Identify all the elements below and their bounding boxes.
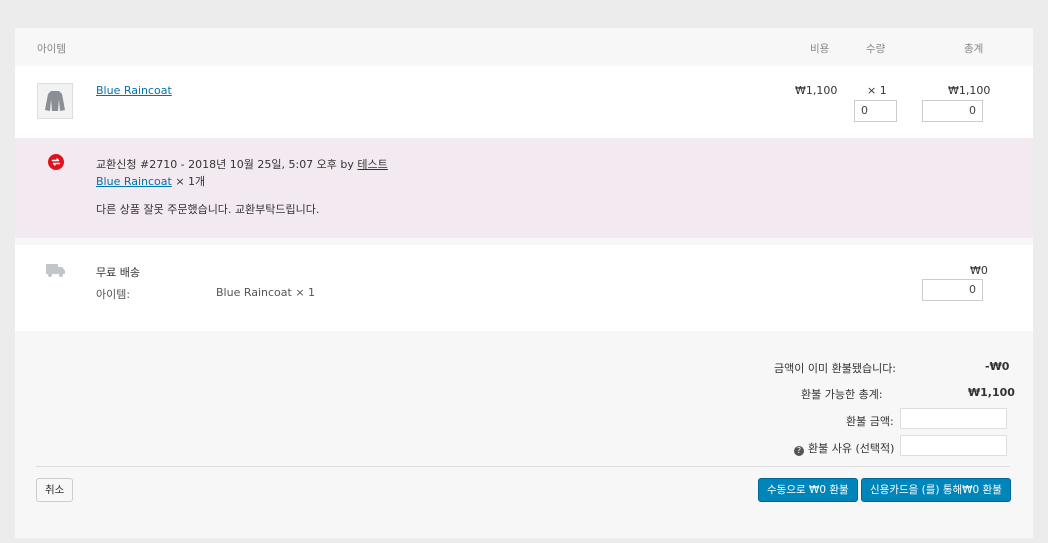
product-thumbnail[interactable] — [37, 83, 73, 119]
refund-reason-input[interactable] — [900, 435, 1007, 456]
refund-note: 교환신청 #2710 - 2018년 10월 25일, 5:07 오후 by 테… — [15, 138, 1033, 238]
truck-icon — [46, 263, 66, 280]
help-tip-icon[interactable]: ? — [794, 446, 804, 456]
refund-note-user[interactable]: 테스트 — [357, 158, 387, 171]
available-value: ₩1,100 — [968, 386, 1015, 399]
line-item-qty: × 1 — [867, 84, 887, 97]
refund-line-total-input[interactable]: 0 — [922, 100, 983, 122]
line-item-total: ₩1,100 — [948, 84, 991, 97]
manual-refund-button[interactable]: 수동으로 ₩0 환불 — [758, 478, 858, 502]
refund-icon — [48, 154, 64, 170]
refund-amount-label: 환불 금액: — [846, 415, 894, 428]
shipping-refund-value: 0 — [969, 283, 976, 296]
items-table-header: 아이템 비용 수량 총계 — [15, 28, 1033, 66]
refund-note-title-text: 교환신청 #2710 - 2018년 10월 25일, 5:07 오후 by — [96, 158, 358, 171]
header-cost: 비용 — [810, 43, 830, 55]
shipping-row: 무료 배송 아이템: Blue Raincoat × 1 ₩0 0 — [15, 245, 1033, 331]
refund-note-item-link[interactable]: Blue Raincoat — [96, 175, 172, 188]
refund-reason-label: 환불 사유 (선택적) — [808, 442, 895, 455]
actions-divider — [36, 466, 1010, 467]
header-qty: 수량 — [866, 43, 886, 55]
product-link[interactable]: Blue Raincoat — [96, 84, 172, 97]
line-item-cost: ₩1,100 — [795, 84, 838, 97]
shipping-items-label: 아이템: — [96, 288, 131, 301]
refund-note-item-qty: × 1개 — [171, 175, 206, 188]
refund-qty-input[interactable]: 0 — [854, 100, 897, 122]
refunded-label: 금액이 이미 환불됐습니다: — [774, 362, 897, 375]
shipping-method: 무료 배송 — [96, 266, 140, 279]
card-refund-button[interactable]: 신용카드을 (를) 통해₩0 환불 — [861, 478, 1011, 502]
refund-reason-label-wrap: ? 환불 사유 (선택적) — [794, 440, 894, 456]
refund-panel: 아이템 비용 수량 총계 Blue Raincoat ₩1,100 × 1 ₩1… — [15, 28, 1033, 538]
shipping-cost: ₩0 — [970, 264, 988, 277]
refund-qty-value: 0 — [861, 104, 868, 117]
header-item: 아이템 — [37, 43, 66, 55]
shipping-refund-input[interactable]: 0 — [922, 279, 983, 301]
header-total: 총계 — [964, 43, 984, 55]
shipping-items-value: Blue Raincoat × 1 — [216, 286, 316, 299]
refund-amount-input[interactable] — [900, 408, 1007, 429]
available-label: 환불 가능한 총계: — [801, 388, 883, 401]
refund-note-item: Blue Raincoat × 1개 — [96, 173, 205, 189]
refund-note-message: 다른 상품 잘못 주문했습니다. 교환부탁드립니다. — [96, 203, 320, 216]
refund-note-title: 교환신청 #2710 - 2018년 10월 25일, 5:07 오후 by 테… — [96, 156, 388, 172]
cancel-button[interactable]: 취소 — [36, 478, 74, 502]
refunded-value: -₩0 — [985, 360, 1010, 373]
line-item-row: Blue Raincoat ₩1,100 × 1 ₩1,100 0 0 — [15, 66, 1033, 138]
refund-line-total-value: 0 — [969, 104, 976, 117]
